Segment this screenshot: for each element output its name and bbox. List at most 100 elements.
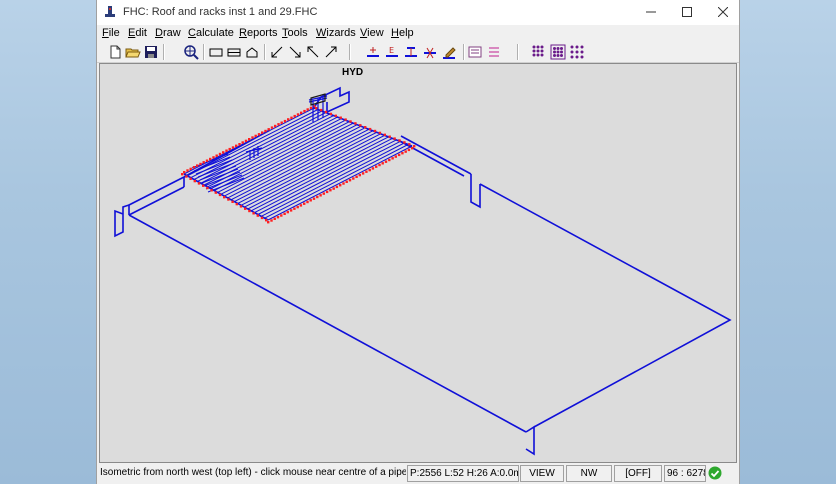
sprinkler-head[interactable]: [401, 152, 404, 155]
sprinkler-head[interactable]: [197, 182, 201, 185]
sprinkler-head[interactable]: [196, 164, 199, 167]
sprinkler-head[interactable]: [231, 200, 234, 203]
sprinkler-head[interactable]: [342, 182, 345, 185]
sprinkler-head[interactable]: [248, 209, 251, 213]
sprinkler-head[interactable]: [339, 116, 342, 119]
list-edit-button[interactable]: [486, 44, 502, 60]
sprinkler-head[interactable]: [309, 106, 313, 110]
minimize-button[interactable]: [633, 0, 669, 25]
sprinkler-head[interactable]: [296, 113, 300, 116]
sprinkler-head[interactable]: [270, 219, 273, 222]
sprinkler-head[interactable]: [223, 196, 226, 199]
rack-pipe[interactable]: [261, 142, 405, 217]
sprinkler-head[interactable]: [215, 154, 218, 157]
menu-draw[interactable]: Draw: [155, 27, 181, 39]
sprinkler-head[interactable]: [322, 192, 325, 195]
sprinkler-head[interactable]: [202, 161, 205, 164]
grid-small-button[interactable]: [531, 44, 547, 60]
sprinkler-head[interactable]: [394, 155, 397, 158]
sprinkler-head[interactable]: [270, 126, 274, 129]
rack-pipe[interactable]: [257, 140, 401, 215]
divided-rect-tool-button[interactable]: [226, 44, 242, 60]
sprinkler-head[interactable]: [260, 216, 264, 220]
sprinkler-head[interactable]: [303, 202, 306, 205]
add-elbow-button[interactable]: E: [384, 44, 400, 60]
sprinkler-head[interactable]: [361, 172, 365, 175]
view-nw-button[interactable]: [305, 44, 321, 60]
sprinkler-head[interactable]: [273, 217, 276, 220]
sprinkler-head[interactable]: [384, 160, 388, 163]
sprinkler-head[interactable]: [244, 139, 248, 143]
status-toggle[interactable]: [OFF]: [614, 465, 662, 482]
grid-large-button[interactable]: [569, 44, 585, 60]
sprinkler-head[interactable]: [252, 212, 255, 215]
sprinkler-head[interactable]: [345, 180, 348, 183]
add-tee-button[interactable]: [403, 44, 419, 60]
grid-heads-button[interactable]: [550, 44, 566, 60]
sprinkler-head[interactable]: [251, 136, 254, 139]
view-se-button[interactable]: [287, 44, 303, 60]
sprinkler-head[interactable]: [254, 134, 257, 138]
sprinkler-head[interactable]: [383, 133, 386, 136]
sprinkler-head[interactable]: [381, 162, 384, 165]
sprinkler-head[interactable]: [354, 122, 357, 125]
sprinkler-head[interactable]: [393, 137, 396, 140]
sprinkler-head[interactable]: [290, 116, 293, 119]
sprinkler-head[interactable]: [344, 118, 347, 121]
sprinkler-head[interactable]: [299, 204, 303, 207]
drawing-canvas[interactable]: HYD: [99, 63, 737, 463]
isometric-pipe-drawing[interactable]: [100, 64, 736, 462]
sprinkler-head[interactable]: [368, 168, 371, 172]
sprinkler-head[interactable]: [404, 150, 407, 153]
menu-edit[interactable]: Edit: [128, 27, 147, 39]
sprinkler-head[interactable]: [202, 184, 205, 187]
sprinkler-head[interactable]: [388, 158, 391, 162]
sprinkler-head[interactable]: [378, 163, 381, 167]
sprinkler-head[interactable]: [209, 157, 212, 161]
rack-pipe[interactable]: [193, 112, 327, 180]
rack-pipe[interactable]: [200, 115, 334, 184]
sprinkler-head[interactable]: [289, 209, 293, 212]
list-view-button[interactable]: [467, 44, 483, 60]
cut-pipe-button[interactable]: [422, 44, 438, 60]
rack-pipe[interactable]: [197, 113, 330, 182]
maximize-button[interactable]: [669, 0, 705, 25]
sprinkler-head[interactable]: [306, 108, 309, 111]
sprinkler-head[interactable]: [265, 219, 268, 222]
sprinkler-head[interactable]: [239, 205, 243, 208]
menu-file[interactable]: File: [102, 27, 120, 39]
sprinkler-head[interactable]: [189, 167, 192, 171]
sprinkler-head[interactable]: [388, 135, 391, 138]
sprinkler-head[interactable]: [300, 111, 303, 114]
sprinkler-head[interactable]: [296, 205, 299, 209]
sprinkler-head[interactable]: [227, 198, 230, 201]
sprinkler-head[interactable]: [403, 141, 406, 144]
rack-pipe[interactable]: [264, 144, 409, 219]
view-ne-button[interactable]: [323, 44, 339, 60]
menu-help[interactable]: Help: [391, 27, 414, 39]
sprinkler-head[interactable]: [222, 151, 225, 154]
sprinkler-head[interactable]: [274, 124, 277, 128]
roof-tool-button[interactable]: [244, 44, 260, 60]
sprinkler-head[interactable]: [189, 177, 192, 180]
rack-pipe[interactable]: [190, 110, 323, 179]
new-file-button[interactable]: [107, 44, 123, 60]
sprinkler-head[interactable]: [264, 129, 267, 133]
sprinkler-head[interactable]: [398, 139, 401, 142]
sprinkler-head[interactable]: [205, 159, 209, 162]
sprinkler-head[interactable]: [378, 131, 382, 135]
sprinkler-head[interactable]: [407, 148, 411, 152]
sprinkler-head[interactable]: [293, 207, 296, 210]
sprinkler-head[interactable]: [309, 199, 312, 202]
sprinkler-head[interactable]: [185, 175, 188, 178]
sprinkler-head[interactable]: [375, 165, 378, 168]
sprinkler-head[interactable]: [257, 133, 261, 136]
add-pipe-button[interactable]: [365, 44, 381, 60]
sprinkler-head[interactable]: [280, 121, 283, 124]
sprinkler-head[interactable]: [287, 118, 290, 121]
sprinkler-head[interactable]: [199, 162, 202, 166]
sprinkler-head[interactable]: [210, 189, 213, 192]
sprinkler-head[interactable]: [283, 212, 286, 215]
sprinkler-head[interactable]: [218, 152, 222, 156]
sprinkler-head[interactable]: [231, 146, 235, 149]
